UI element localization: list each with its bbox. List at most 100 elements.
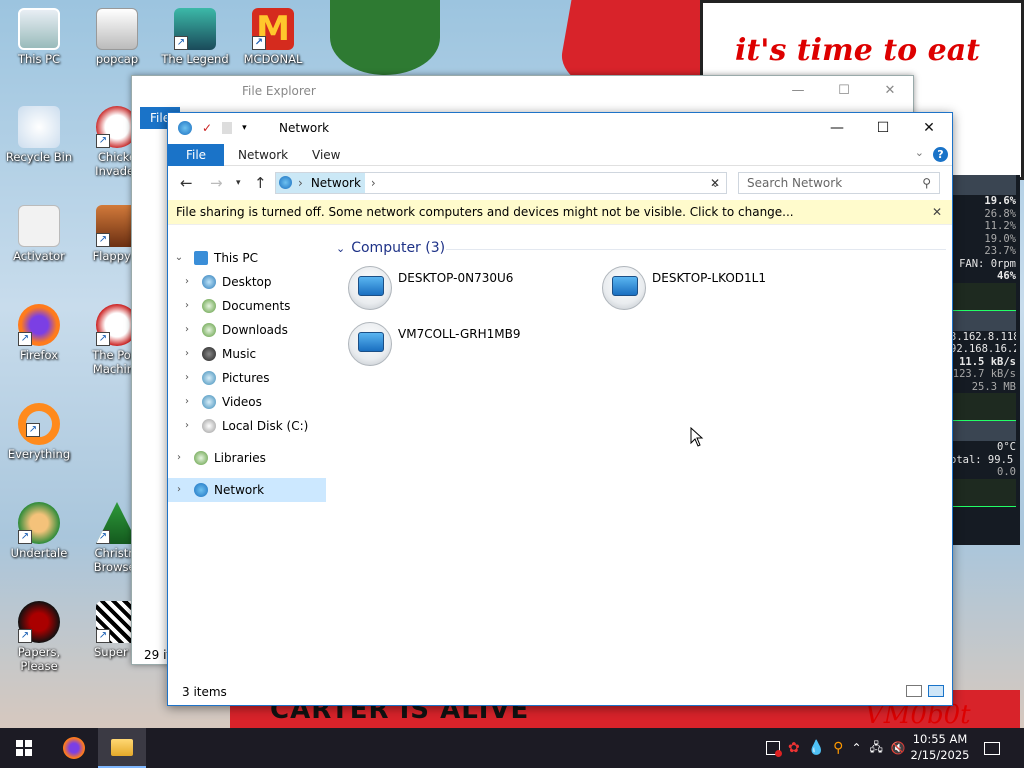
- nav-item-pictures[interactable]: › Pictures: [168, 366, 326, 390]
- nav-item-downloads[interactable]: › Downloads: [168, 318, 326, 342]
- details-view-icon[interactable]: [906, 685, 922, 697]
- back-window-title: File Explorer: [242, 84, 316, 98]
- nav-label: Videos: [222, 395, 262, 409]
- close-button[interactable]: ✕: [906, 113, 952, 143]
- network-computer-item[interactable]: DESKTOP-LKOD1L1: [588, 264, 838, 316]
- desktop-icon-label: Activator: [13, 249, 65, 263]
- legend-icon: ↗: [174, 8, 216, 50]
- chevron-up-icon[interactable]: ⌃: [851, 741, 861, 755]
- network-computer-item[interactable]: VM7COLL-GRH1MB9: [334, 320, 584, 372]
- desktop-icon-recycle-bin[interactable]: Recycle Bin: [0, 106, 78, 164]
- large-icons-view-icon[interactable]: [928, 685, 944, 697]
- chevron-right-icon[interactable]: ›: [182, 366, 192, 390]
- minimize-button[interactable]: —: [814, 113, 860, 143]
- chevron-right-icon[interactable]: ›: [174, 446, 184, 470]
- close-notice-icon[interactable]: ✕: [932, 200, 942, 225]
- network-globe-icon: [194, 483, 208, 497]
- chevron-right-icon[interactable]: ›: [174, 478, 184, 502]
- help-icon[interactable]: ?: [933, 147, 948, 162]
- customize-toolbar-icon[interactable]: ▾: [242, 123, 247, 133]
- security-icon[interactable]: [766, 741, 782, 757]
- tab-view[interactable]: View: [312, 144, 340, 166]
- nav-item-local-disk[interactable]: › Local Disk (C:): [168, 414, 326, 438]
- file-sharing-notice[interactable]: File sharing is turned off. Some network…: [168, 200, 952, 225]
- chevron-right-icon[interactable]: ›: [182, 270, 192, 294]
- recent-locations-icon[interactable]: ▾: [236, 174, 241, 192]
- nav-label: Documents: [222, 299, 291, 313]
- breadcrumb-chevron-icon[interactable]: ›: [371, 176, 376, 190]
- nav-item-network[interactable]: › Network: [168, 478, 326, 502]
- nav-item-videos[interactable]: › Videos: [168, 390, 326, 414]
- search-icon[interactable]: ⚲: [922, 173, 931, 193]
- shortcut-arrow-icon: ↗: [252, 36, 266, 50]
- desktop-icon-activator[interactable]: Activator: [0, 205, 78, 263]
- chevron-down-icon[interactable]: ⌄: [174, 246, 184, 270]
- taskbar: ✿ 💧 ⚲ ⌃ 🖧 🔇 10:55 AM 2/15/2025: [0, 728, 1024, 768]
- network-window[interactable]: ✓ ▾ Network — ☐ ✕ File Network View ⌄ ? …: [167, 112, 953, 706]
- minimize-button[interactable]: —: [775, 76, 821, 106]
- desktop-icon-undertale[interactable]: ↗ Undertale: [0, 502, 78, 560]
- view-toggle: [906, 685, 944, 697]
- desktop-icon-everything[interactable]: ↗ Everything: [0, 403, 78, 461]
- tab-file[interactable]: File: [168, 144, 224, 166]
- breadcrumb-separator[interactable]: ›: [294, 173, 307, 193]
- memory-usage: 46%: [997, 270, 1016, 282]
- computer-name: DESKTOP-0N730U6: [398, 271, 514, 285]
- desktop-icon-popcap[interactable]: popcap: [78, 8, 156, 66]
- close-button[interactable]: ✕: [867, 76, 913, 106]
- nav-item-this-pc[interactable]: ⌄ This PC: [168, 246, 326, 270]
- chevron-down-icon[interactable]: ⌄: [336, 242, 345, 255]
- content-pane: ⌄ Computer (3) DESKTOP-0N730U6 DESKTOP-L…: [334, 238, 950, 668]
- monitor-screen-icon: [358, 332, 384, 352]
- address-bar[interactable]: › Network › ⌄: [275, 172, 727, 194]
- new-folder-icon[interactable]: [222, 122, 233, 134]
- breadcrumb-network[interactable]: Network: [306, 173, 365, 193]
- chevron-right-icon[interactable]: ›: [182, 318, 192, 342]
- maximize-button[interactable]: ☐: [860, 113, 906, 143]
- disk-total: otal: 99.5 GB: [950, 453, 1016, 466]
- group-header-computer[interactable]: ⌄ Computer (3): [336, 240, 445, 256]
- chevron-right-icon[interactable]: ›: [182, 414, 192, 438]
- chevron-right-icon[interactable]: ›: [182, 390, 192, 414]
- cpu-usage: 19.6%: [984, 195, 1016, 207]
- taskbar-firefox[interactable]: [50, 728, 98, 768]
- chevron-right-icon[interactable]: ›: [182, 294, 192, 318]
- desktop-icon-firefox[interactable]: ↗ Firefox: [0, 304, 78, 362]
- expand-ribbon-icon[interactable]: ⌄: [915, 146, 924, 159]
- disk-header: [950, 421, 1016, 441]
- desktop-icon-label: Firefox: [19, 348, 59, 362]
- desktop-icon-the-legend[interactable]: ↗ The Legend: [156, 8, 234, 66]
- network-tray-icon[interactable]: 🖧: [870, 738, 883, 759]
- cpu-graph: [950, 282, 1016, 311]
- start-button[interactable]: [0, 728, 48, 768]
- notifications-button[interactable]: [968, 728, 1016, 768]
- desktop-icon: [202, 275, 216, 289]
- search-input[interactable]: Search Network ⚲: [738, 172, 940, 194]
- tab-network[interactable]: Network: [238, 144, 288, 166]
- network-computer-item[interactable]: DESKTOP-0N730U6: [334, 264, 584, 316]
- forward-arrow-icon[interactable]: →: [210, 174, 223, 192]
- nav-label: Desktop: [222, 275, 272, 289]
- properties-icon[interactable]: ✓: [202, 121, 212, 135]
- disk-temperature: 0°C: [997, 441, 1016, 453]
- libraries-icon: [194, 451, 208, 465]
- clear-address-icon[interactable]: ✕: [710, 176, 720, 190]
- window-titlebar[interactable]: ✓ ▾ Network — ☐ ✕: [168, 113, 952, 144]
- desktop-icon-mcdonalds[interactable]: M ↗ MCDONAL: [234, 8, 312, 66]
- nav-item-music[interactable]: › Music: [168, 342, 326, 366]
- droplet-icon[interactable]: 💧: [808, 740, 825, 756]
- search-tray-icon[interactable]: ⚲: [833, 740, 843, 756]
- up-arrow-icon[interactable]: ↑: [254, 174, 267, 192]
- disk-activity: 0.0: [997, 466, 1016, 478]
- chevron-right-icon[interactable]: ›: [182, 342, 192, 366]
- desktop-icon-this-pc[interactable]: This PC: [0, 8, 78, 66]
- desktop-icon-papers-please[interactable]: ↗ Papers, Please: [0, 601, 78, 673]
- maximize-button[interactable]: ☐: [821, 76, 867, 106]
- nav-item-desktop[interactable]: › Desktop: [168, 270, 326, 294]
- nav-item-libraries[interactable]: › Libraries: [168, 446, 326, 470]
- back-arrow-icon[interactable]: ←: [180, 174, 193, 192]
- shortcut-arrow-icon: ↗: [96, 233, 110, 247]
- nav-item-documents[interactable]: › Documents: [168, 294, 326, 318]
- app-tray-icon[interactable]: ✿: [788, 740, 800, 756]
- taskbar-file-explorer[interactable]: [98, 728, 146, 768]
